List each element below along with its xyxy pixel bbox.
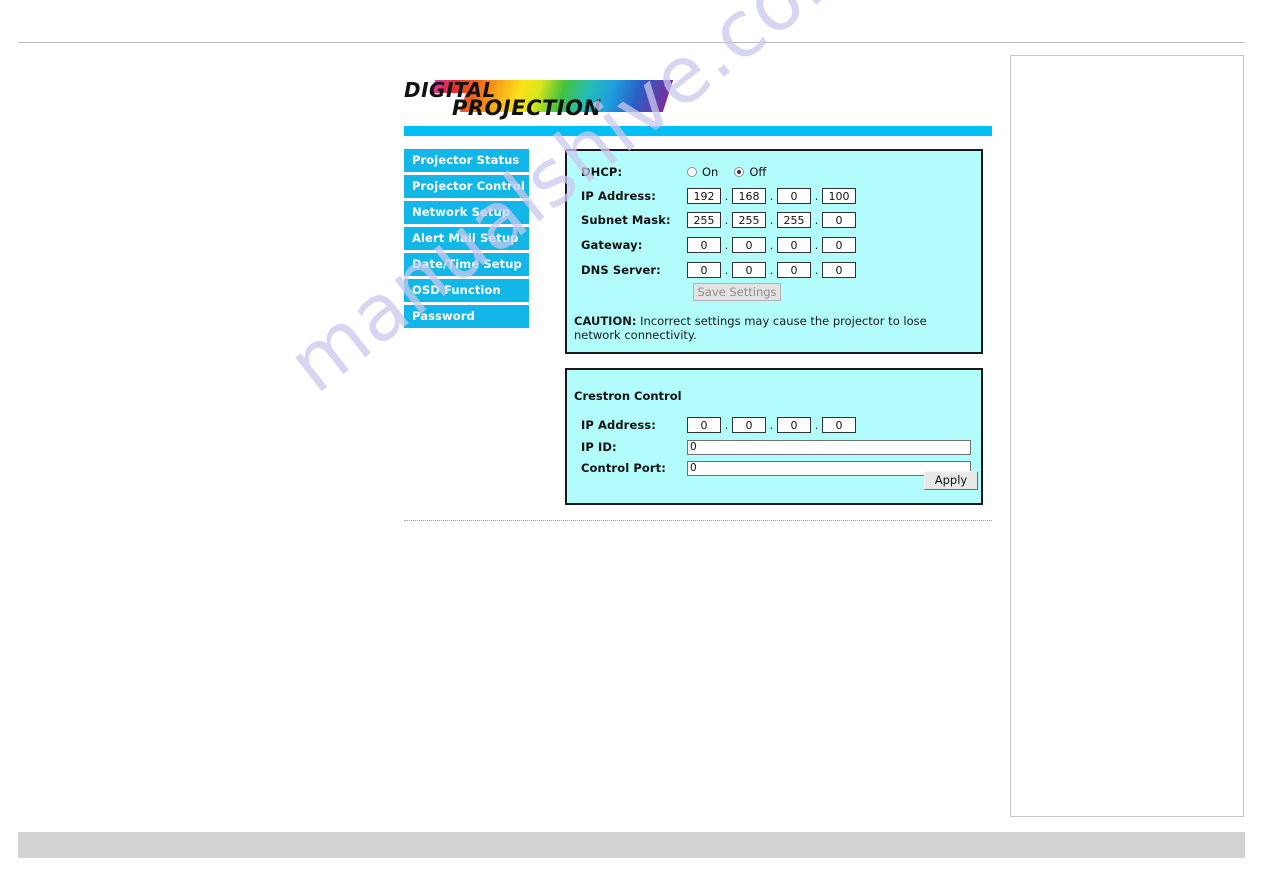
radio-unselected-icon [687,167,697,177]
octet-dot: . [814,189,819,203]
ip-address-octet-2[interactable] [732,188,766,204]
sidebar-item-date-time-setup[interactable]: Date/Time Setup [404,253,529,276]
octet-dot: . [724,418,729,432]
crestron-ip-octet-1[interactable] [687,417,721,433]
ip-address-label: IP Address: [581,189,656,203]
crestron-ip-id-input[interactable] [687,439,971,455]
header-accent-bar [404,126,992,136]
subnet-mask-octet-1[interactable] [687,212,721,228]
projector-web-interface: DIGITAL PROJECTION Projector Status Proj… [404,72,992,549]
dns-server-octet-3[interactable] [777,262,811,278]
dhcp-row: DHCP: On Off [581,163,766,181]
ip-address-octet-1[interactable] [687,188,721,204]
ip-address-octet-3[interactable] [777,188,811,204]
dns-server-octet-4[interactable] [822,262,856,278]
octet-dot: . [769,213,774,227]
apply-button[interactable]: Apply [924,471,978,490]
dhcp-radio-off[interactable]: Off [734,165,766,179]
octet-dot: . [814,238,819,252]
gateway-row: Gateway: . . . [581,236,856,254]
sidebar-item-osd-function[interactable]: OSD Function [404,279,529,302]
dhcp-radio-on-label: On [702,165,719,179]
subnet-mask-row: Subnet Mask: . . . [581,211,856,229]
crestron-ip-octet-3[interactable] [777,417,811,433]
content-dotted-separator [404,520,992,521]
gateway-octet-1[interactable] [687,237,721,253]
radio-selected-icon [734,167,745,177]
caution-prefix: CAUTION: [574,314,637,328]
octet-dot: . [724,263,729,277]
subnet-mask-octet-4[interactable] [822,212,856,228]
dhcp-radio-off-label: Off [749,165,767,179]
logo-word-projection: PROJECTION [452,96,602,120]
ip-address-octet-4[interactable] [822,188,856,204]
gateway-octet-3[interactable] [777,237,811,253]
sidebar-item-projector-status[interactable]: Projector Status [404,149,529,172]
sidebar-item-password[interactable]: Password [404,305,529,328]
dhcp-radio-group: On Off [687,165,766,179]
crestron-control-port-row: Control Port: [581,459,971,477]
dhcp-radio-on[interactable]: On [687,165,718,179]
octet-dot: . [814,263,819,277]
subnet-mask-octet-2[interactable] [732,212,766,228]
dns-server-octet-2[interactable] [732,262,766,278]
ip-address-row: IP Address: . . . [581,187,856,205]
save-settings-button[interactable]: Save Settings [693,283,781,301]
gateway-octet-4[interactable] [822,237,856,253]
crestron-ip-octet-4[interactable] [822,417,856,433]
page-footer-band [18,832,1245,858]
crestron-ip-address-row: IP Address: . . . [581,416,856,434]
crestron-ip-address-label: IP Address: [581,418,656,432]
crestron-ip-id-label: IP ID: [581,440,617,454]
crestron-ip-octet-2[interactable] [732,417,766,433]
octet-dot: . [814,213,819,227]
dns-server-octet-1[interactable] [687,262,721,278]
subnet-mask-label: Subnet Mask: [581,213,671,227]
octet-dot: . [724,238,729,252]
dns-server-row: DNS Server: . . . [581,261,856,279]
gateway-label: Gateway: [581,238,643,252]
gateway-octet-2[interactable] [732,237,766,253]
octet-dot: . [724,189,729,203]
dhcp-label: DHCP: [581,165,623,179]
sidebar-nav: Projector Status Projector Control Netwo… [404,149,529,331]
octet-dot: . [769,418,774,432]
subnet-mask-octet-3[interactable] [777,212,811,228]
crestron-panel-title: Crestron Control [574,389,682,403]
network-setup-panel: DHCP: On Off IP Address: . . [565,149,983,354]
octet-dot: . [769,189,774,203]
sidebar-item-alert-mail-setup[interactable]: Alert Mail Setup [404,227,529,250]
sidebar-item-network-setup[interactable]: Network Setup [404,201,529,224]
page-top-rule [18,42,1245,43]
caution-note: CAUTION: Incorrect settings may cause th… [574,314,972,342]
crestron-control-panel: Crestron Control IP Address: . . . IP ID… [565,368,983,505]
side-note-box [1010,55,1244,817]
digital-projection-logo: DIGITAL PROJECTION [404,72,674,120]
octet-dot: . [769,263,774,277]
octet-dot: . [814,418,819,432]
crestron-ip-id-row: IP ID: [581,438,971,456]
octet-dot: . [724,213,729,227]
octet-dot: . [769,238,774,252]
dns-server-label: DNS Server: [581,263,661,277]
sidebar-item-projector-control[interactable]: Projector Control [404,175,529,198]
crestron-control-port-label: Control Port: [581,461,666,475]
